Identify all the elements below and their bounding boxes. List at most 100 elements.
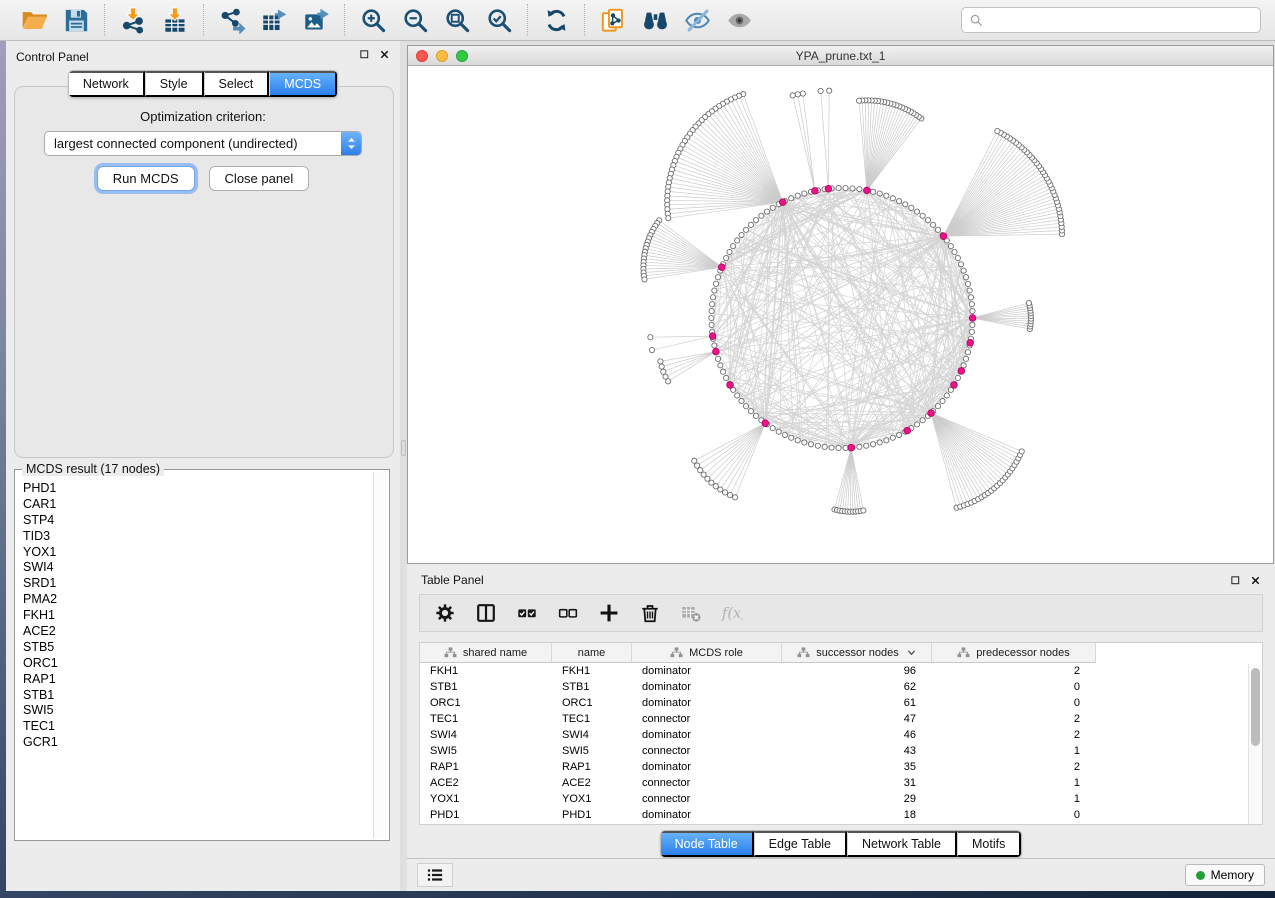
mcds-result-item[interactable]: SWI4 [15, 560, 371, 576]
mcds-result-item[interactable]: TEC1 [15, 719, 371, 735]
optimization-criterion-select[interactable]: largest connected component (undirected) [44, 131, 362, 156]
close-panel-button[interactable]: Close panel [209, 166, 310, 191]
import-network-button[interactable] [116, 3, 150, 37]
network-canvas[interactable] [408, 66, 1273, 563]
mcds-result-item[interactable]: ORC1 [15, 656, 371, 672]
table-panel-close-button[interactable] [1250, 575, 1261, 586]
import-table-button[interactable] [158, 3, 192, 37]
mcds-hub-node[interactable] [713, 348, 720, 355]
tab-network[interactable]: Network [69, 71, 145, 97]
first-neighbors-button[interactable] [638, 3, 672, 37]
export-table-button[interactable] [257, 3, 291, 37]
mcds-hub-node[interactable] [967, 340, 974, 347]
tab-style[interactable]: Style [145, 71, 204, 97]
mcds-hub-node[interactable] [812, 188, 819, 195]
select-all-rows-button[interactable] [506, 597, 547, 629]
mcds-result-list[interactable]: PHD1CAR1STP4TID3YOX1SWI4SRD1PMA2FKH1ACE2… [15, 481, 371, 838]
deselect-all-rows-button[interactable] [547, 597, 588, 629]
show-all-button[interactable] [722, 3, 756, 37]
column-header-name[interactable]: name [552, 643, 632, 663]
task-history-button[interactable] [417, 863, 453, 887]
mcds-hub-node[interactable] [825, 185, 832, 192]
mcds-hub-node[interactable] [762, 420, 769, 427]
mcds-result-item[interactable]: ACE2 [15, 624, 371, 640]
export-image-button[interactable] [299, 3, 333, 37]
zoom-out-button[interactable] [398, 3, 432, 37]
zoom-in-button[interactable] [356, 3, 390, 37]
hide-selected-button[interactable] [680, 3, 714, 37]
mcds-result-item[interactable]: GCR1 [15, 735, 371, 751]
mcds-hub-node[interactable] [940, 233, 947, 240]
mcds-hub-node[interactable] [864, 187, 871, 194]
table-row[interactable]: RAP1RAP1dominator352 [420, 759, 1262, 775]
tab-edge-table[interactable]: Edge Table [754, 831, 847, 857]
tab-network-table[interactable]: Network Table [847, 831, 957, 857]
open-file-button[interactable] [17, 3, 51, 37]
toggle-columns-button[interactable] [465, 597, 506, 629]
control-panel-close-button[interactable] [379, 49, 390, 60]
table-row[interactable]: ORC1ORC1dominator610 [420, 695, 1262, 711]
window-close-traffic-light[interactable] [416, 50, 428, 62]
table-row[interactable]: SWI5SWI5connector431 [420, 743, 1262, 759]
network-window-titlebar[interactable]: YPA_prune.txt_1 [408, 46, 1273, 66]
export-network-button[interactable] [215, 3, 249, 37]
mcds-hub-node[interactable] [904, 427, 911, 434]
table-scrollbar-thumb[interactable] [1251, 668, 1260, 746]
mcds-result-item[interactable]: STP4 [15, 513, 371, 529]
mcds-result-item[interactable]: PHD1 [15, 481, 371, 497]
table-row[interactable]: ACE2ACE2connector311 [420, 775, 1262, 791]
mcds-hub-node[interactable] [718, 264, 725, 271]
table-body[interactable]: FKH1FKH1dominator962STB1STB1dominator620… [420, 663, 1262, 823]
mcds-hub-node[interactable] [951, 382, 958, 389]
mcds-result-item[interactable]: STB1 [15, 688, 371, 704]
column-header-shared-name[interactable]: shared name [420, 643, 552, 663]
column-header-predecessor-nodes[interactable]: predecessor nodes [932, 643, 1096, 663]
mcds-hub-node[interactable] [709, 333, 716, 340]
panel-splitter-handle[interactable] [401, 440, 406, 456]
tab-node-table[interactable]: Node Table [661, 831, 754, 857]
network-graph[interactable] [408, 66, 1273, 563]
column-header-MCDS-role[interactable]: MCDS role [632, 643, 782, 663]
mcds-result-item[interactable]: SWI5 [15, 703, 371, 719]
mcds-result-item[interactable]: STB5 [15, 640, 371, 656]
mcds-hub-node[interactable] [969, 315, 976, 322]
refresh-button[interactable] [539, 3, 573, 37]
search-input[interactable] [989, 12, 1253, 28]
mcds-hub-node[interactable] [958, 368, 965, 375]
mcds-hub-node[interactable] [928, 410, 935, 417]
mcds-result-item[interactable]: RAP1 [15, 672, 371, 688]
zoom-selected-button[interactable] [482, 3, 516, 37]
table-row[interactable]: PHD1PHD1dominator180 [420, 807, 1262, 823]
mcds-result-item[interactable]: TID3 [15, 529, 371, 545]
table-row[interactable]: STB1STB1dominator620 [420, 679, 1262, 695]
tab-select[interactable]: Select [204, 71, 270, 97]
add-column-button[interactable] [588, 597, 629, 629]
control-panel-float-button[interactable] [359, 49, 370, 60]
run-mcds-button[interactable]: Run MCDS [97, 166, 195, 191]
window-minimize-traffic-light[interactable] [436, 50, 448, 62]
settings-button[interactable] [424, 597, 465, 629]
table-scrollbar[interactable] [1248, 664, 1262, 824]
zoom-fit-button[interactable] [440, 3, 474, 37]
delete-column-button[interactable] [629, 597, 670, 629]
mcds-hub-node[interactable] [848, 444, 855, 451]
column-header-successor-nodes[interactable]: successor nodes [782, 643, 932, 663]
save-session-button[interactable] [59, 3, 93, 37]
mcds-result-scrollbar[interactable] [373, 472, 387, 838]
memory-button[interactable]: Memory [1185, 864, 1265, 886]
mcds-result-item[interactable]: YOX1 [15, 545, 371, 561]
mcds-result-item[interactable]: CAR1 [15, 497, 371, 513]
clone-network-button[interactable] [596, 3, 630, 37]
tab-mcds[interactable]: MCDS [269, 71, 337, 97]
table-row[interactable]: YOX1YOX1connector291 [420, 791, 1262, 807]
mcds-result-item[interactable]: PMA2 [15, 592, 371, 608]
mcds-hub-node[interactable] [727, 382, 734, 389]
combo-stepper[interactable] [341, 132, 361, 155]
window-zoom-traffic-light[interactable] [456, 50, 468, 62]
search-box[interactable] [961, 7, 1261, 33]
mcds-result-item[interactable]: FKH1 [15, 608, 371, 624]
mcds-result-item[interactable]: SRD1 [15, 576, 371, 592]
table-row[interactable]: SWI4SWI4dominator462 [420, 727, 1262, 743]
table-row[interactable]: FKH1FKH1dominator962 [420, 663, 1262, 679]
tab-motifs[interactable]: Motifs [957, 831, 1021, 857]
